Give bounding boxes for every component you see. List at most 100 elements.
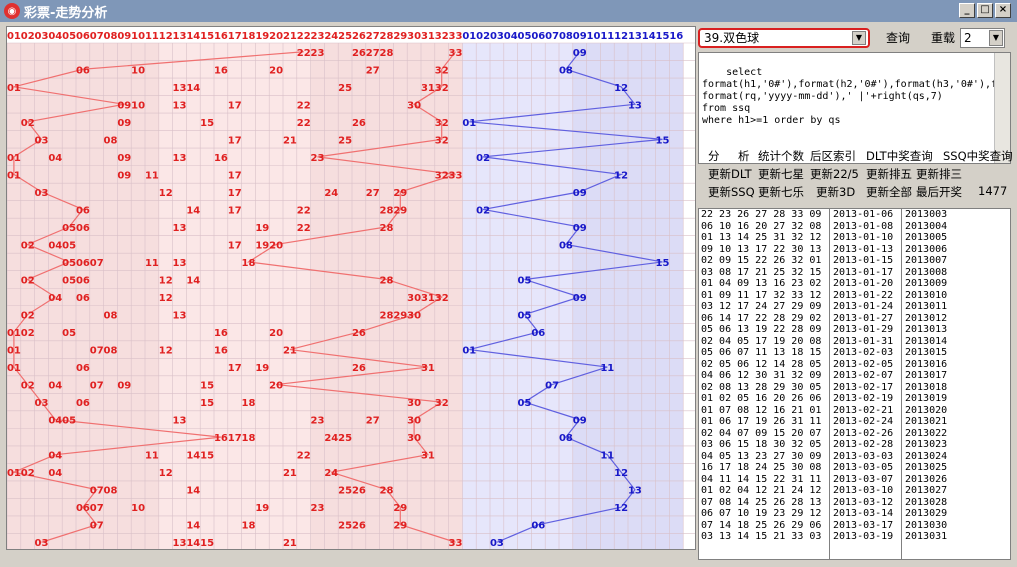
red-ball-number: 13 — [173, 311, 187, 322]
red-ball-number: 08 — [104, 135, 118, 146]
list-item[interactable]: 01 04 09 13 16 23 02 2013-01-20 2013009 — [699, 278, 1010, 290]
red-ball-number: 06 — [76, 205, 90, 216]
red-ball-number: 05 — [62, 416, 76, 427]
tool-button[interactable]: DLT中奖查询 — [866, 148, 933, 164]
blue-column-band — [655, 43, 670, 549]
tool-button[interactable]: 更新3D — [816, 184, 855, 200]
list-item[interactable]: 07 08 14 25 26 28 13 2013-03-12 2013028 — [699, 497, 1010, 509]
results-list[interactable]: 22 23 26 27 28 33 09 2013-01-06 2013003 06 … — [698, 208, 1011, 560]
list-item[interactable]: 07 14 18 25 26 29 06 2013-03-17 2013030 — [699, 520, 1010, 532]
list-item[interactable]: 01 02 04 12 21 24 12 2013-03-10 2013027 — [699, 485, 1010, 497]
draw-issue: 2013004 — [905, 220, 948, 232]
red-ball-number: 27 — [366, 188, 380, 199]
draw-numbers: 09 10 13 17 22 30 13 — [701, 243, 822, 255]
red-ball-number: 20 — [269, 65, 283, 76]
tool-button[interactable]: 分 — [708, 148, 720, 164]
red-ball-number: 04 — [48, 240, 62, 251]
blue-ball-number: 05 — [518, 275, 532, 286]
tool-button[interactable]: 更新DLT — [708, 166, 752, 182]
list-item[interactable]: 02 05 06 12 14 28 05 2013-02-05 2013016 — [699, 359, 1010, 371]
draw-numbers: 22 23 26 27 28 33 09 — [701, 209, 822, 220]
red-ball-number: 12 — [159, 275, 173, 286]
list-item[interactable]: 03 06 15 18 30 32 05 2013-02-28 2013023 — [699, 439, 1010, 451]
red-ball-number: 18 — [242, 433, 256, 444]
list-item[interactable]: 01 13 14 25 31 32 12 2013-01-10 2013005 — [699, 232, 1010, 244]
tool-button[interactable]: SSQ中奖查询 — [943, 148, 1013, 164]
list-item[interactable]: 22 23 26 27 28 33 09 2013-01-06 2013003 — [699, 209, 1010, 221]
red-ball-number: 28 — [380, 48, 394, 59]
chevron-down-icon[interactable]: ▼ — [989, 30, 1003, 46]
list-item[interactable]: 02 04 07 09 15 20 07 2013-02-26 2013022 — [699, 428, 1010, 440]
list-item[interactable]: 01 02 05 16 20 26 06 2013-02-19 2013019 — [699, 393, 1010, 405]
sql-text[interactable]: select format(h1,'0#'),format(h2,'0#'),f… — [702, 67, 997, 126]
red-ball-number: 16 — [214, 433, 228, 444]
tool-button[interactable]: 更新SSQ — [708, 184, 755, 200]
red-ball-number: 14 — [186, 275, 200, 286]
red-ball-number: 06 — [76, 363, 90, 374]
red-ball-number: 30 — [407, 311, 421, 322]
red-column-band — [214, 43, 228, 549]
draw-date: 2013-01-31 — [833, 335, 894, 347]
red-ball-number: 32 — [435, 118, 449, 129]
maximize-button[interactable]: □ — [977, 3, 993, 18]
tool-button[interactable]: 更新七乐 — [758, 184, 804, 200]
blue-column-band — [559, 43, 573, 549]
list-item[interactable]: 02 04 05 17 19 20 08 2013-01-31 2013014 — [699, 336, 1010, 348]
list-item[interactable]: 06 10 16 20 27 32 08 2013-01-08 2013004 — [699, 221, 1010, 233]
list-item[interactable]: 02 08 13 28 29 30 05 2013-02-17 2013018 — [699, 382, 1010, 394]
red-ball-number: 32 — [435, 293, 449, 304]
red-ball-number: 01 — [7, 153, 21, 164]
list-item[interactable]: 05 06 13 19 22 28 09 2013-01-29 2013013 — [699, 324, 1010, 336]
close-button[interactable]: × — [995, 3, 1011, 18]
red-ball-number: 06 — [76, 258, 90, 269]
tool-button[interactable]: 最后开奖 — [916, 184, 962, 200]
tool-button[interactable]: 更新22/5 — [810, 166, 859, 182]
draw-numbers: 07 08 14 25 26 28 13 — [701, 496, 822, 508]
list-item[interactable]: 05 06 07 11 13 18 15 2013-02-03 2013015 — [699, 347, 1010, 359]
list-item[interactable]: 04 06 12 30 31 32 09 2013-02-07 2013017 — [699, 370, 1010, 382]
red-ball-number: 12 — [159, 188, 173, 199]
red-ball-number: 30 — [407, 100, 421, 111]
blue-header-label: 11 — [600, 31, 614, 42]
draw-issue: 2013003 — [905, 209, 948, 220]
list-item[interactable]: 04 05 13 23 27 30 09 2013-03-03 2013024 — [699, 451, 1010, 463]
draw-numbers: 01 06 17 19 26 31 11 — [701, 416, 822, 427]
tool-button[interactable]: 更新排三 — [916, 166, 962, 182]
list-item[interactable]: 01 06 17 19 26 31 11 2013-02-24 2013021 — [699, 416, 1010, 428]
minimize-button[interactable]: _ — [959, 3, 975, 18]
tool-button[interactable]: 析 — [738, 148, 750, 164]
list-item[interactable]: 01 07 08 12 16 21 01 2013-02-21 2013020 — [699, 405, 1010, 417]
red-ball-number: 24 — [324, 468, 338, 479]
red-ball-number: 06 — [76, 223, 90, 234]
tool-button[interactable]: 更新排五 — [866, 166, 912, 182]
red-ball-number: 16 — [214, 346, 228, 357]
list-item[interactable]: 06 07 10 19 23 29 12 2013-03-14 2013029 — [699, 508, 1010, 520]
chevron-down-icon[interactable]: ▼ — [852, 31, 866, 45]
red-ball-number: 23 — [311, 503, 325, 514]
reload-button[interactable]: 重载 — [928, 28, 958, 48]
list-item[interactable]: 09 10 13 17 22 30 13 2013-01-13 2013006 — [699, 244, 1010, 256]
list-item[interactable]: 16 17 18 24 25 30 08 2013-03-05 2013025 — [699, 462, 1010, 474]
tool-button[interactable]: 更新七星 — [758, 166, 804, 182]
tool-button[interactable]: 统计个数 — [758, 148, 804, 164]
query-button[interactable]: 查询 — [880, 28, 916, 48]
count-select[interactable]: 2 ▼ — [960, 28, 1005, 48]
draw-numbers: 02 08 13 28 29 30 05 — [701, 381, 822, 393]
draw-date: 2013-02-24 — [833, 416, 894, 427]
draw-issue: 2013014 — [905, 335, 948, 347]
tool-button[interactable]: 后区索引 — [810, 148, 856, 164]
tool-button[interactable]: 更新全部 — [866, 184, 912, 200]
lottery-select[interactable]: 39.双色球 ▼ — [698, 28, 870, 48]
draw-issue: 2013013 — [905, 324, 948, 335]
list-item[interactable]: 04 11 14 15 22 31 11 2013-03-07 2013026 — [699, 474, 1010, 486]
list-item[interactable]: 03 12 17 24 27 29 09 2013-01-24 2013011 — [699, 301, 1010, 313]
list-item[interactable]: 03 08 17 21 25 32 15 2013-01-17 2013008 — [699, 267, 1010, 279]
list-item[interactable]: 06 14 17 22 28 29 02 2013-01-27 2013012 — [699, 313, 1010, 325]
red-ball-number: 23 — [311, 416, 325, 427]
red-ball-number: 32 — [435, 398, 449, 409]
red-ball-number: 11 — [145, 170, 159, 181]
list-item[interactable]: 03 13 14 15 21 33 03 2013-03-19 2013031 — [699, 531, 1010, 543]
list-item[interactable]: 02 09 15 22 26 32 01 2013-01-15 2013007 — [699, 255, 1010, 267]
list-item[interactable]: 01 09 11 17 32 33 12 2013-01-22 2013010 — [699, 290, 1010, 302]
red-column-band — [131, 43, 145, 549]
